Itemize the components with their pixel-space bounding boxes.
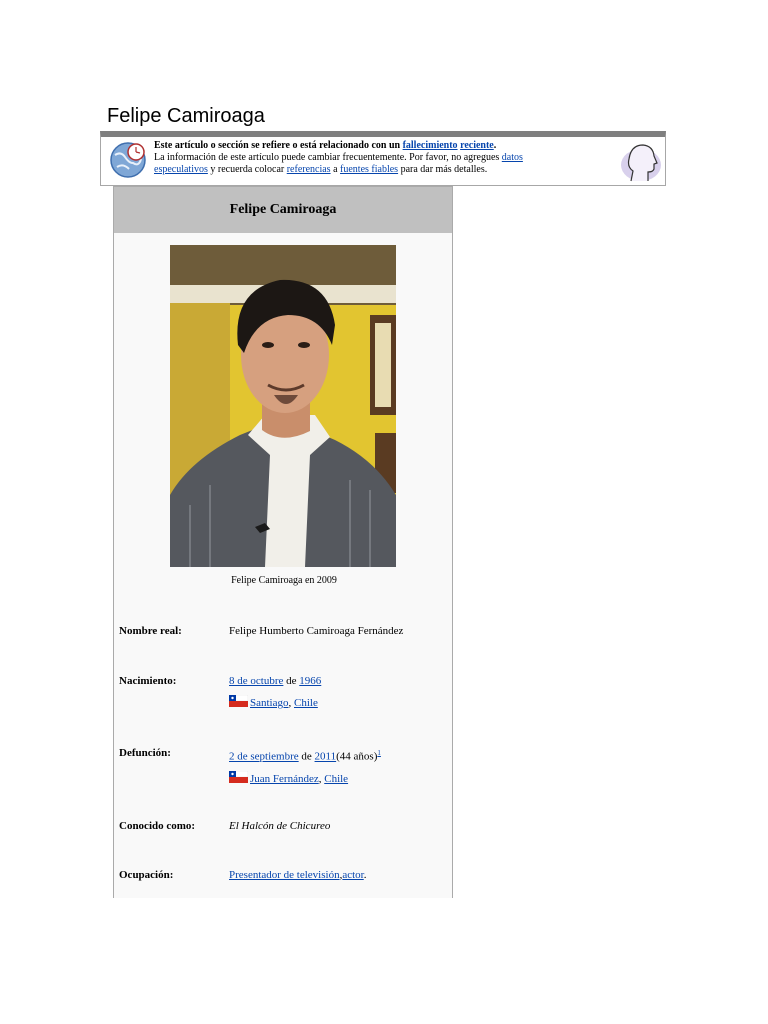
death-city-link[interactable]: Juan Fernández bbox=[250, 773, 319, 785]
birth-city-link[interactable]: Santiago bbox=[250, 697, 289, 709]
infobox: Felipe Camiroaga Felipe Camiroaga en 200… bbox=[113, 186, 453, 898]
birth-year-link[interactable]: 1966 bbox=[299, 675, 321, 687]
recent-death-notice: Este artículo o sección se refiere o est… bbox=[100, 131, 666, 186]
death-age: (44 años) bbox=[336, 750, 378, 763]
death-country-link[interactable]: Chile bbox=[324, 773, 348, 785]
portrait-image bbox=[170, 245, 396, 567]
referencias-link[interactable]: referencias bbox=[287, 164, 331, 175]
datos-link[interactable]: datos bbox=[502, 152, 523, 163]
infobox-title: Felipe Camiroaga bbox=[114, 187, 452, 233]
notice-period: . bbox=[493, 140, 497, 151]
reference-1-link[interactable]: 1 bbox=[377, 749, 381, 757]
chile-flag-icon bbox=[229, 770, 248, 783]
value-ocupacion: Presentador de televisión,actor. bbox=[229, 864, 449, 886]
photo-caption: Felipe Camiroaga en 2009 bbox=[231, 575, 337, 586]
notice-end: para dar más detalles. bbox=[400, 164, 488, 175]
reciente-link[interactable]: reciente bbox=[460, 140, 494, 151]
actor-link[interactable]: actor bbox=[342, 869, 363, 881]
notice-bold-text: Este artículo o sección se refiere o est… bbox=[154, 140, 401, 151]
label-ocupacion: Ocupación: bbox=[119, 869, 174, 881]
fallecimiento-link[interactable]: fallecimiento bbox=[403, 140, 458, 151]
label-conocido-como: Conocido como: bbox=[119, 820, 196, 832]
birth-de: de bbox=[286, 675, 297, 687]
value-nombre-real: Felipe Humberto Camiroaga Fernández bbox=[229, 625, 404, 637]
label-nacimiento: Nacimiento: bbox=[119, 675, 177, 687]
death-year-link[interactable]: 2011 bbox=[315, 751, 337, 763]
birth-date-link[interactable]: 8 de octubre bbox=[229, 675, 283, 687]
notice-line2: La información de este artículo puede ca… bbox=[154, 152, 500, 163]
presentador-link[interactable]: Presentador de televisión bbox=[229, 869, 340, 881]
notice-a: a bbox=[333, 164, 338, 175]
ocupacion-end: . bbox=[363, 869, 367, 881]
death-date-link[interactable]: 2 de septiembre bbox=[229, 751, 299, 763]
especulativos-link[interactable]: especulativos bbox=[154, 164, 208, 175]
value-nacimiento: 8 de octubre de 1966 Santiago, Chile bbox=[229, 675, 322, 709]
death-de: de bbox=[301, 750, 312, 763]
globe-clock-icon bbox=[110, 142, 146, 178]
label-nombre-real: Nombre real: bbox=[119, 625, 182, 637]
chile-flag-icon bbox=[229, 695, 248, 707]
notice-mid: y recuerda colocar bbox=[210, 164, 285, 175]
fuentes-fiables-link[interactable]: fuentes fiables bbox=[340, 164, 398, 175]
notice-text: Este artículo o sección se refiere o est… bbox=[154, 140, 574, 176]
portrait-photo[interactable] bbox=[170, 245, 396, 567]
label-defuncion: Defunción: bbox=[119, 747, 171, 759]
birth-country-link[interactable]: Chile bbox=[294, 697, 318, 709]
value-defuncion: 2 de septiembre de 2011(44 años)1 Juan F… bbox=[229, 749, 381, 785]
head-silhouette-icon bbox=[621, 144, 661, 182]
value-conocido-como: El Halcón de Chicureo bbox=[229, 820, 331, 832]
page-title: Felipe Camiroaga bbox=[107, 105, 265, 127]
